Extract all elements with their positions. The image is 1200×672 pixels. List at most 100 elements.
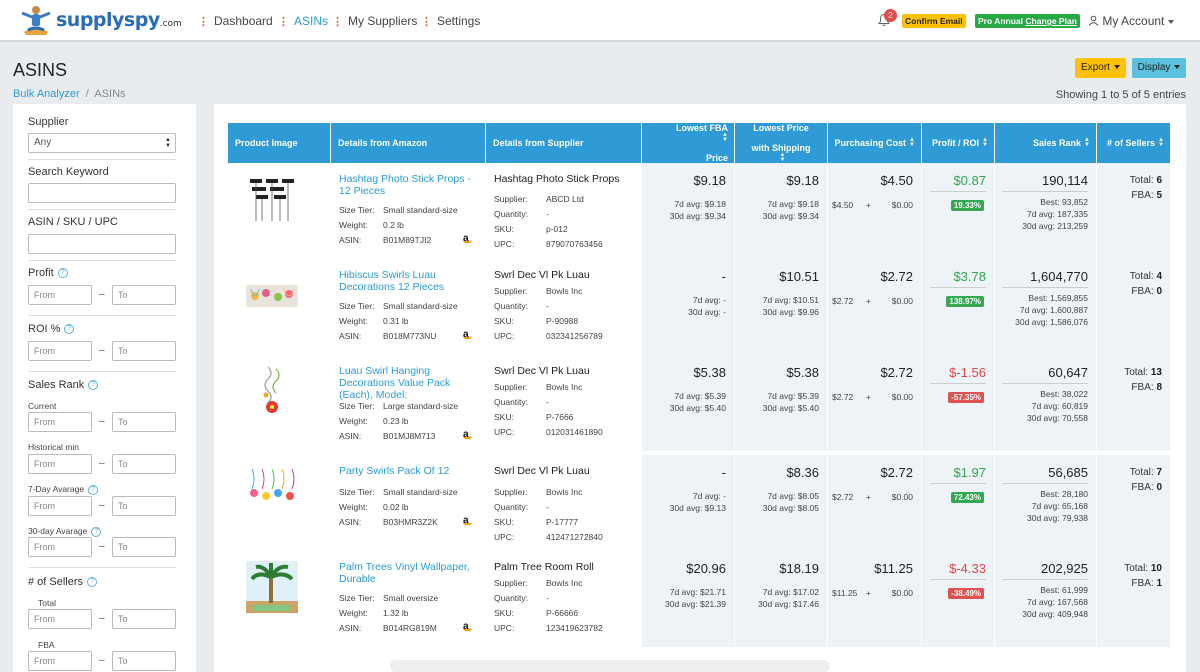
size-tier: Size Tier: Small standard-size: [339, 205, 458, 215]
amazon-logo-link[interactable]: a: [463, 329, 472, 340]
party-swirls-image[interactable]: [246, 465, 298, 517]
photo-props-image[interactable]: [246, 173, 298, 225]
roi-from-input[interactable]: From: [28, 341, 92, 361]
header-purchasing-cost[interactable]: Purchasing Cost ▲ ▼: [828, 123, 922, 163]
thirty-day-to-input[interactable]: To: [112, 537, 176, 557]
header-sales-rank[interactable]: Sales Rank ▲ ▼: [995, 123, 1097, 163]
display-button[interactable]: Display: [1132, 58, 1186, 78]
profit-from-input[interactable]: From: [28, 285, 92, 305]
help-icon[interactable]: ?: [87, 577, 98, 588]
seven-day-to-input[interactable]: To: [112, 496, 176, 516]
nav-settings[interactable]: ⋮ Settings: [421, 14, 480, 28]
lowest-fba-price-cell: $5.38 7d avg: $5.39 30d avg: $5.40: [642, 355, 735, 451]
current-rank-from-input[interactable]: From: [28, 412, 92, 432]
hanging-swirl-image[interactable]: [246, 365, 298, 417]
lowest-fba-price-cell: $20.96 7d avg: $21.71 30d avg: $21.39: [642, 551, 735, 647]
roi-badge: 138.97%: [946, 296, 984, 307]
luau-swirls-image[interactable]: [246, 269, 298, 321]
fba-sellers-from-input[interactable]: From: [28, 651, 92, 671]
help-icon[interactable]: ?: [57, 268, 68, 279]
divider: [930, 579, 986, 580]
my-account-menu[interactable]: My Account: [1088, 14, 1175, 28]
asin: ASIN: B03HMR3Z2K: [339, 517, 438, 527]
supplyspy-logo[interactable]: supplyspy.com: [16, 4, 182, 38]
weight: Weight: 0.23 lb: [339, 416, 409, 426]
amazon-product-link[interactable]: Palm Trees Vinyl Wallpaper, Durable: [339, 561, 484, 585]
rank-30d-avg: 30d avg: 79,938: [1027, 513, 1088, 523]
rank-best: Best: 93,852: [1040, 197, 1088, 207]
help-icon[interactable]: ?: [88, 484, 99, 495]
purchasing-cost: $2.72: [880, 465, 913, 480]
horizontal-scrollbar[interactable]: [390, 660, 830, 672]
amazon-product-link[interactable]: Luau Swirl Hanging Decorations Value Pac…: [339, 365, 484, 401]
help-icon[interactable]: ?: [88, 380, 99, 391]
product-image-cell: [228, 259, 331, 355]
purchasing-cost-cell: $11.25 $11.25 + $0.00: [828, 551, 922, 647]
supplier-name: Supplier: Bowls Inc: [494, 286, 583, 296]
nav-dashboard[interactable]: ⋮ Dashboard: [198, 14, 273, 28]
lowest-7d-avg: 7d avg: $17.02: [762, 587, 819, 597]
sellers-cell: Total: 4 FBA: 0: [1097, 259, 1170, 355]
header-lowest-fba-price[interactable]: Lowest FBA ▲ ▼ Price: [642, 123, 735, 163]
current-rank-to-input[interactable]: To: [112, 412, 176, 432]
size-tier: Size Tier: Large standard-size: [339, 401, 459, 411]
nav-asins[interactable]: ⋮ ASINs: [278, 14, 328, 28]
rank-7d-avg: 7d avg: 187,335: [1027, 209, 1088, 219]
supplier-name: Supplier: Bowls Inc: [494, 487, 583, 497]
table-row: Hashtag Photo Stick Props - 12 Pieces Si…: [228, 163, 1170, 259]
fba-sellers: FBA: 0: [1131, 482, 1162, 493]
amazon-logo-link[interactable]: a: [463, 233, 472, 244]
cost-base: $4.50: [832, 200, 854, 210]
fba-sellers-to-input[interactable]: To: [112, 651, 176, 671]
sort-icon: ▲ ▼: [909, 137, 915, 148]
search-keyword-input[interactable]: [28, 183, 176, 203]
sku: SKU: P-90988: [494, 316, 579, 326]
amazon-logo-link[interactable]: a: [463, 515, 472, 526]
amazon-product-link[interactable]: Hashtag Photo Stick Props - 12 Pieces: [339, 173, 484, 197]
total-sellers-to-input[interactable]: To: [112, 609, 176, 629]
thirty-day-from-input[interactable]: From: [28, 537, 92, 557]
table-row: Party Swirls Pack Of 12 Size Tier: Small …: [228, 455, 1170, 551]
fba-sellers: FBA: 5: [1131, 190, 1162, 201]
upc: UPC: 012031461890: [494, 427, 603, 437]
nav-my-suppliers[interactable]: ⋮ My Suppliers: [332, 14, 417, 28]
breadcrumb-bulk-analyzer[interactable]: Bulk Analyzer: [13, 88, 80, 100]
historical-min-from-input[interactable]: From: [28, 454, 92, 474]
amazon-logo-link[interactable]: a: [463, 429, 472, 440]
divider: [28, 209, 176, 210]
fba-30d-avg: 30d avg: $21.39: [665, 599, 726, 609]
sku: SKU: P-66666: [494, 608, 579, 618]
supplier-label: Supplier: [28, 116, 69, 128]
asins-table-panel: Product Image Details from Amazon Detail…: [214, 104, 1186, 672]
divider: [28, 371, 176, 372]
confirm-email-button[interactable]: Confirm Email: [902, 14, 966, 28]
header-profit-roi[interactable]: Profit / ROI ▲ ▼: [922, 123, 995, 163]
amazon-product-link[interactable]: Party Swirls Pack Of 12: [339, 465, 484, 477]
asin-sku-upc-input[interactable]: [28, 234, 176, 254]
lowest-price-cell: $8.36 7d avg: $8.05 30d avg: $8.05: [735, 455, 828, 551]
header-lowest-price-shipping[interactable]: Lowest Price with Shipping ▲ ▼: [735, 123, 828, 163]
total-sellers-from-input[interactable]: From: [28, 609, 92, 629]
profit-roi-cell: $1.97 72.43%: [922, 455, 995, 551]
top-navbar: supplyspy.com ⋮ Dashboard ⋮ ASINs ⋮ My Supp…: [0, 0, 1200, 42]
profit-to-input[interactable]: To: [112, 285, 176, 305]
palm-tree-image[interactable]: [246, 561, 298, 613]
amazon-product-link[interactable]: Hibiscus Swirls Luau Decorations 12 Piec…: [339, 269, 484, 293]
lowest-30d-avg: 30d avg: $5.40: [762, 403, 819, 413]
export-button[interactable]: Export: [1075, 58, 1126, 78]
profit-roi-cell: $3.78 138.97%: [922, 259, 995, 355]
lowest-7d-avg: 7d avg: $9.18: [767, 199, 819, 209]
amazon-logo-link[interactable]: a: [463, 621, 472, 632]
divider: [1002, 579, 1088, 580]
rank-7d-avg: 7d avg: 167,568: [1027, 597, 1088, 607]
help-icon[interactable]: ?: [91, 526, 102, 537]
supplier-select[interactable]: Any ▲ ▼: [28, 133, 176, 153]
seven-day-from-input[interactable]: From: [28, 496, 92, 516]
roi-to-input[interactable]: To: [112, 341, 176, 361]
product-image-cell: [228, 355, 331, 451]
rank-7d-avg: 7d avg: 1,600,887: [1019, 305, 1088, 315]
help-icon[interactable]: ?: [64, 324, 75, 335]
header-sellers[interactable]: # of Sellers ▲ ▼: [1097, 123, 1170, 163]
change-plan-link[interactable]: Change Plan: [1025, 16, 1076, 26]
historical-min-to-input[interactable]: To: [112, 454, 176, 474]
